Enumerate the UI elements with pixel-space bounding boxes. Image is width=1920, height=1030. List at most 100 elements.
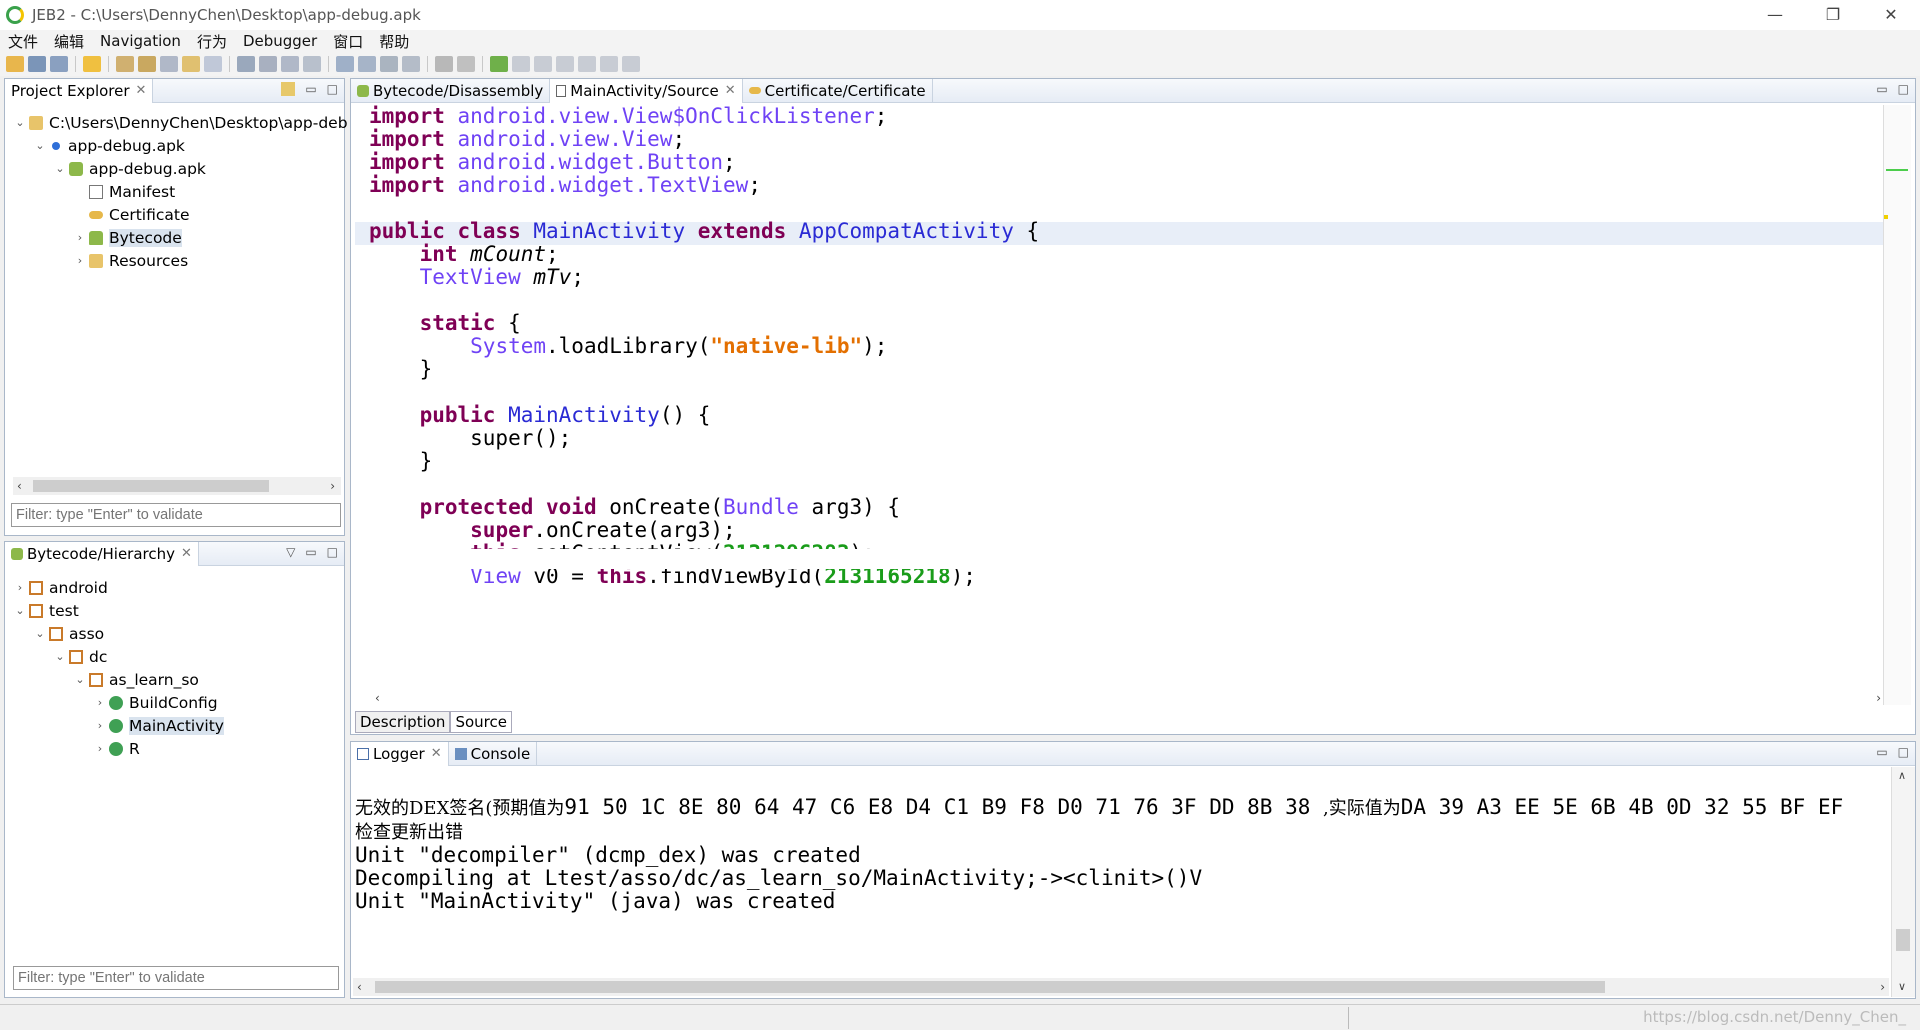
debug-icon[interactable] — [490, 56, 508, 72]
link-editor-icon[interactable] — [281, 82, 296, 96]
run-to-icon[interactable] — [622, 56, 640, 72]
logger-vertical-scrollbar[interactable]: ∧ ∨ — [1891, 767, 1915, 997]
dex-middle: ,实际值为 — [1323, 798, 1401, 819]
tab-source[interactable]: Source — [450, 711, 512, 733]
log-output[interactable]: 无效的DEX签名(预期值为91 50 1C 8E 80 64 47 C6 E8 … — [355, 796, 1843, 913]
menu-action[interactable]: 行为 — [189, 31, 235, 52]
warning-icon[interactable] — [83, 56, 101, 72]
refresh-icon[interactable] — [457, 56, 475, 72]
stop-icon[interactable] — [435, 56, 453, 72]
code-icon[interactable] — [380, 56, 398, 72]
tree-item-manifest[interactable]: Manifest — [13, 180, 348, 203]
maximize-icon[interactable]: □ — [327, 82, 338, 96]
source-code-view[interactable]: import android.view.View$OnClickListener… — [369, 105, 1039, 588]
tree-item-certificate[interactable]: Certificate — [13, 203, 348, 226]
minimize-button[interactable]: — — [1746, 0, 1804, 30]
menu-file[interactable]: 文件 — [0, 31, 46, 52]
scroll-right-icon[interactable]: › — [1880, 978, 1885, 996]
back-icon[interactable] — [182, 56, 200, 72]
scrollbar-thumb[interactable] — [1896, 929, 1910, 951]
grid2-icon[interactable] — [358, 56, 376, 72]
step-out-icon[interactable] — [600, 56, 618, 72]
restore-button[interactable]: ❐ — [1804, 0, 1862, 30]
import-icon[interactable] — [138, 56, 156, 72]
tab-certificate[interactable]: Certificate/Certificate — [743, 78, 933, 103]
tab-description[interactable]: Description — [355, 711, 451, 733]
export-icon[interactable] — [160, 56, 178, 72]
scroll-left-icon[interactable]: ‹ — [375, 689, 380, 707]
maximize-icon[interactable]: □ — [1898, 82, 1909, 96]
maximize-icon[interactable]: □ — [327, 545, 338, 559]
tree-item-app-debug-artifact[interactable]: ⌄ app-debug.apk — [13, 134, 348, 157]
menu-debugger[interactable]: Debugger — [235, 32, 325, 50]
close-icon[interactable]: ✕ — [136, 83, 147, 98]
tree-item-resources[interactable]: › Resources — [13, 249, 348, 272]
project-filter-input[interactable] — [11, 503, 341, 527]
minimize-icon[interactable]: ▭ — [1876, 745, 1887, 759]
tree-item-test[interactable]: ⌄ test — [13, 599, 224, 622]
editor-horizontal-scrollbar[interactable]: ‹ › — [375, 689, 1881, 707]
tree-item-mainactivity[interactable]: › MainActivity — [13, 714, 224, 737]
hierarchy-filter-input[interactable] — [13, 966, 339, 990]
close-button[interactable]: ✕ — [1862, 0, 1920, 30]
pause-icon[interactable] — [534, 56, 552, 72]
run-icon[interactable] — [512, 56, 530, 72]
options-icon[interactable] — [116, 56, 134, 72]
tab-logger[interactable]: Logger ✕ — [351, 741, 449, 766]
tree-item-android[interactable]: › android — [13, 576, 224, 599]
minimize-icon[interactable]: ▭ — [1876, 82, 1887, 96]
scrollbar-thumb[interactable] — [33, 480, 269, 492]
tree-item-dc[interactable]: ⌄ dc — [13, 645, 224, 668]
menu-help[interactable]: 帮助 — [371, 31, 417, 52]
tree-item-asso[interactable]: ⌄ asso — [13, 622, 224, 645]
decompile-icon[interactable] — [402, 56, 420, 72]
scroll-up-icon[interactable]: ∧ — [1898, 769, 1906, 782]
tools-icon[interactable] — [50, 56, 68, 72]
scrollbar-thumb[interactable] — [375, 981, 1605, 993]
comment-icon[interactable] — [259, 56, 277, 72]
tree-item-as-learn-so[interactable]: ⌄ as_learn_so — [13, 668, 224, 691]
minimize-icon[interactable]: ▭ — [305, 545, 316, 559]
grid-icon[interactable] — [336, 56, 354, 72]
scroll-left-icon[interactable]: ‹ — [357, 978, 362, 996]
save-icon[interactable] — [28, 56, 46, 72]
scroll-down-icon[interactable]: ∨ — [1898, 980, 1906, 993]
tab-bytecode-hierarchy[interactable]: Bytecode/Hierarchy ✕ — [5, 541, 199, 566]
tree-item-buildconfig[interactable]: › BuildConfig — [13, 691, 224, 714]
rename-icon[interactable] — [281, 56, 299, 72]
horizontal-scrollbar[interactable]: ‹ › — [13, 477, 341, 495]
tab-bytecode-disassembly[interactable]: Bytecode/Disassembly — [351, 78, 551, 103]
minimize-icon[interactable]: ▭ — [305, 82, 316, 96]
tab-project-explorer[interactable]: Project Explorer ✕ — [5, 78, 154, 103]
tree-item-label: Certificate — [109, 205, 190, 224]
scroll-right-icon[interactable]: › — [330, 477, 335, 495]
open-icon[interactable] — [6, 56, 24, 72]
console-icon — [454, 747, 467, 760]
overview-ruler[interactable] — [1883, 105, 1911, 705]
logger-horizontal-scrollbar[interactable]: ‹ › — [353, 978, 1889, 996]
menu-navigation[interactable]: Navigation — [92, 32, 189, 50]
menu-edit[interactable]: 编辑 — [46, 31, 92, 52]
maximize-icon[interactable]: □ — [1898, 745, 1909, 759]
forward-icon[interactable] — [204, 56, 222, 72]
scroll-right-icon[interactable]: › — [1876, 689, 1881, 707]
step-over-icon[interactable] — [578, 56, 596, 72]
close-icon[interactable]: ✕ — [181, 546, 192, 561]
xref-icon[interactable] — [303, 56, 321, 72]
tree-item-bytecode[interactable]: › Bytecode — [13, 226, 348, 249]
ruler-marker — [1886, 169, 1908, 171]
tree-item-project-root[interactable]: ⌄ C:\Users\DennyChen\Desktop\app-deb — [13, 111, 347, 134]
scroll-left-icon[interactable]: ‹ — [17, 477, 22, 495]
close-icon[interactable]: ✕ — [725, 83, 736, 98]
bytecode-hierarchy-panel: Bytecode/Hierarchy ✕ ▽ ▭ □ › android ⌄ t… — [4, 541, 345, 998]
tab-console[interactable]: Console — [449, 741, 538, 766]
step-into-icon[interactable] — [556, 56, 574, 72]
view-menu-icon[interactable]: ▽ — [286, 545, 295, 559]
close-icon[interactable]: ✕ — [431, 746, 442, 761]
menu-window[interactable]: 窗口 — [325, 31, 371, 52]
key-icon — [89, 210, 103, 219]
tab-mainactivity-source[interactable]: MainActivity/Source ✕ — [550, 78, 743, 103]
tree-item-r[interactable]: › R — [13, 737, 224, 760]
link-icon[interactable] — [237, 56, 255, 72]
tree-item-app-debug-apk[interactable]: ⌄ app-debug.apk — [13, 157, 348, 180]
